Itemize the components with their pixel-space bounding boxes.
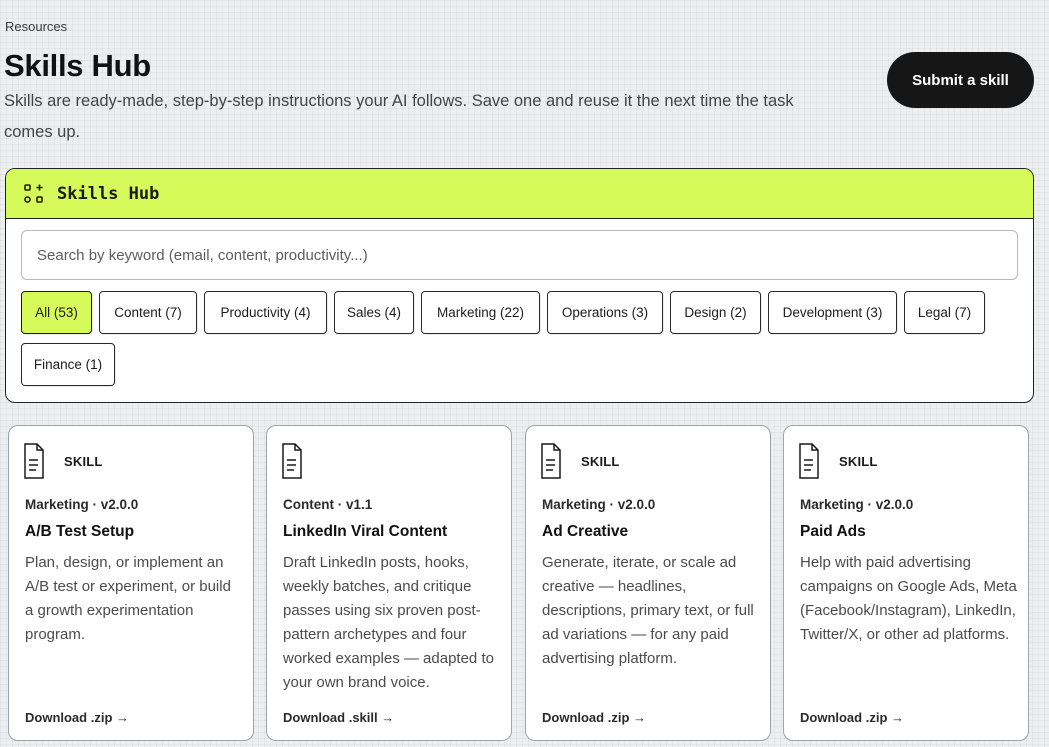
skill-card[interactable]: SKILL Marketing · v2.0.0 Paid Ads Help w… — [783, 425, 1029, 741]
card-title: A/B Test Setup — [25, 523, 135, 540]
filter-chip-finance[interactable]: Finance (1) — [21, 343, 115, 386]
search-input[interactable] — [21, 230, 1018, 280]
skill-tag: SKILL — [64, 454, 103, 469]
skill-card[interactable]: SKILL Marketing · v2.0.0 Ad Creative Gen… — [525, 425, 771, 741]
page-title: Skills Hub — [4, 48, 151, 83]
document-icon — [24, 443, 44, 479]
filter-chip-design[interactable]: Design (2) — [670, 291, 761, 334]
card-title: Paid Ads — [800, 523, 866, 540]
hub-header: Skills Hub — [6, 169, 1033, 219]
page-description: Skills are ready-made, step-by-step inst… — [4, 92, 794, 141]
document-icon — [282, 443, 302, 479]
card-title: Ad Creative — [542, 523, 629, 540]
card-description: Help with paid advertising campaigns on … — [800, 554, 1017, 643]
card-description: Plan, design, or implement an A/B test o… — [25, 554, 231, 643]
breadcrumb[interactable]: Resources — [5, 19, 67, 34]
document-icon — [541, 443, 561, 479]
submit-skill-button[interactable]: Submit a skill — [887, 52, 1034, 108]
skill-tag: SKILL — [581, 454, 620, 469]
grid-plus-icon — [23, 183, 45, 205]
card-title: LinkedIn Viral Content — [283, 523, 448, 540]
skills-hub-panel: Skills Hub All (53) Content (7) Producti… — [5, 168, 1034, 403]
filter-chip-marketing[interactable]: Marketing (22) — [421, 291, 540, 334]
card-meta: Content · v1.1 — [283, 497, 373, 512]
filter-chip-content[interactable]: Content (7) — [99, 291, 197, 334]
download-link[interactable]: Download .zip → — [800, 710, 904, 725]
filter-chip-sales[interactable]: Sales (4) — [334, 291, 414, 334]
filter-chip-all[interactable]: All (53) — [21, 291, 92, 334]
filter-chip-operations[interactable]: Operations (3) — [547, 291, 663, 334]
skill-card[interactable]: SKILL Marketing · v2.0.0 A/B Test Setup … — [8, 425, 254, 741]
filter-chip-development[interactable]: Development (3) — [768, 291, 897, 334]
skill-card[interactable]: Content · v1.1 LinkedIn Viral Content Dr… — [266, 425, 512, 741]
filter-chip-legal[interactable]: Legal (7) — [904, 291, 985, 334]
download-link[interactable]: Download .zip → — [25, 710, 129, 725]
skill-tag: SKILL — [839, 454, 878, 469]
card-meta: Marketing · v2.0.0 — [800, 497, 914, 512]
download-link[interactable]: Download .skill → — [283, 710, 394, 725]
hub-title: Skills Hub — [57, 183, 160, 204]
download-link[interactable]: Download .zip → — [542, 710, 646, 725]
card-description: Draft LinkedIn posts, hooks, weekly batc… — [283, 554, 494, 691]
card-meta: Marketing · v2.0.0 — [542, 497, 656, 512]
filter-chip-productivity[interactable]: Productivity (4) — [204, 291, 327, 334]
card-meta: Marketing · v2.0.0 — [25, 497, 139, 512]
document-icon — [799, 443, 819, 479]
card-description: Generate, iterate, or scale ad creative … — [542, 554, 754, 667]
